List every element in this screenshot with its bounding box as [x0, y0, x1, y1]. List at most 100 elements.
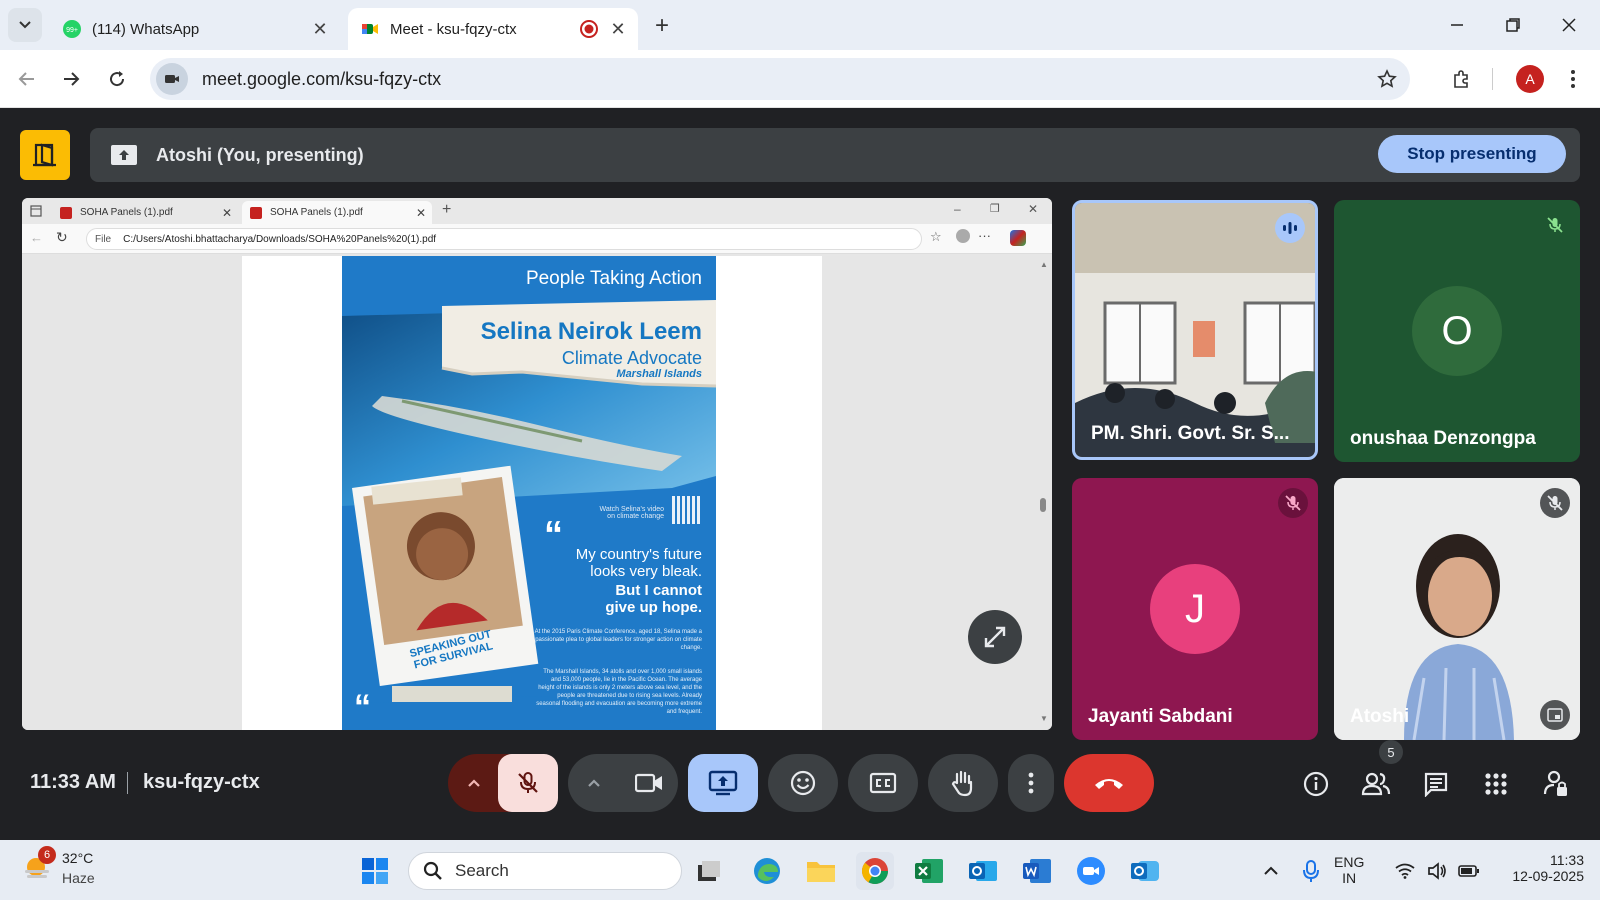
raise-hand-button[interactable] — [928, 754, 998, 812]
new-tab-button[interactable]: + — [648, 12, 676, 40]
minimize-button[interactable] — [1434, 8, 1480, 42]
pdf-url-field[interactable]: File C:/Users/Atoshi.bhattacharya/Downlo… — [86, 228, 922, 250]
more-options-button[interactable] — [1008, 754, 1054, 812]
profile-avatar[interactable]: A — [1516, 65, 1544, 93]
new-tab-icon[interactable]: + — [442, 201, 451, 219]
participant-avatar: O — [1412, 286, 1502, 376]
site-info-button[interactable] — [156, 63, 188, 95]
arrow-left-icon[interactable]: ← — [30, 230, 43, 245]
close-tab-button[interactable]: ✕ — [308, 17, 332, 41]
fullscreen-button[interactable] — [968, 610, 1022, 664]
profile-icon[interactable] — [956, 229, 970, 243]
back-button[interactable] — [10, 62, 44, 96]
reload-icon[interactable]: ↻ — [56, 229, 68, 246]
microphone-icon — [1303, 860, 1319, 882]
battery-button[interactable] — [1450, 852, 1488, 890]
task-view-button[interactable] — [690, 852, 728, 890]
file-label: File — [95, 233, 112, 245]
reload-button[interactable] — [100, 62, 134, 96]
meeting-details-button[interactable] — [1296, 764, 1336, 804]
battery-icon — [1458, 865, 1479, 877]
hang-up-icon — [1095, 779, 1123, 789]
reactions-button[interactable] — [768, 754, 838, 812]
mic-options-button[interactable] — [448, 754, 500, 812]
taskbar-search[interactable]: Search — [408, 852, 682, 890]
address-bar[interactable]: meet.google.com/ksu-fqzy-ctx — [150, 58, 1410, 100]
mic-toggle-button[interactable] — [498, 754, 558, 812]
zoom-app[interactable] — [1072, 852, 1110, 890]
close-icon[interactable]: ✕ — [222, 206, 232, 220]
participant-tile[interactable]: PM. Shri. Govt. Sr. S... — [1072, 200, 1318, 460]
mic-off-icon — [518, 772, 538, 793]
close-tab-button[interactable]: ✕ — [606, 17, 630, 41]
language-indicator[interactable]: ENG IN — [1334, 854, 1364, 886]
classroom-video — [1075, 203, 1315, 457]
quote-icon: “ — [354, 688, 371, 726]
participant-tile[interactable]: J Jayanti Sabdani — [1072, 478, 1318, 740]
quote-text: My country's future — [575, 546, 702, 563]
shared-screen: SOHA Panels (1).pdf ✕ SOHA Panels (1).pd… — [22, 198, 1052, 730]
copilot-icon[interactable] — [1010, 230, 1026, 246]
outlook-new-app[interactable] — [1126, 852, 1164, 890]
system-clock[interactable]: 11:33 12-09-2025 — [1494, 852, 1584, 884]
star-icon[interactable]: ☆ — [930, 229, 942, 245]
url-text[interactable]: meet.google.com/ksu-fqzy-ctx — [202, 69, 1370, 90]
task-view-icon — [698, 861, 720, 881]
extensions-button[interactable] — [1444, 62, 1478, 96]
start-button[interactable] — [356, 852, 394, 890]
participant-tile[interactable]: O onushaa Denzongpa — [1334, 200, 1580, 462]
tab-meet[interactable]: Meet - ksu-fqzy-ctx ✕ — [348, 8, 638, 50]
poster-paragraph-2: The Marshall Islands, 34 atolls and over… — [536, 669, 702, 715]
camera-toggle-button[interactable] — [620, 754, 678, 812]
forward-button[interactable] — [54, 62, 88, 96]
participant-tile-self[interactable]: Atoshi — [1334, 478, 1580, 740]
edge-app[interactable] — [748, 852, 786, 890]
tab-search-button[interactable] — [8, 8, 42, 42]
camera-options-button[interactable] — [568, 754, 620, 812]
file-explorer-app[interactable] — [802, 852, 840, 890]
search-placeholder: Search — [455, 861, 509, 880]
present-screen-icon — [708, 770, 738, 796]
restore-button[interactable] — [1490, 8, 1536, 42]
chat-button[interactable] — [1416, 764, 1456, 804]
word-app[interactable] — [1018, 852, 1056, 890]
word-icon — [1023, 859, 1051, 883]
people-button[interactable] — [1356, 764, 1396, 804]
arrow-right-icon — [64, 72, 80, 86]
meeting-code: ksu-fqzy-ctx — [143, 771, 260, 793]
present-button[interactable] — [688, 754, 758, 812]
excel-app[interactable] — [910, 852, 948, 890]
muted-indicator — [1278, 488, 1308, 518]
captions-button[interactable] — [848, 754, 918, 812]
temperature: 32°C — [62, 850, 94, 866]
browser-menu-button[interactable] — [1556, 62, 1590, 96]
meet-controls: 11:33 AM ksu-fqzy-ctx 5 — [0, 732, 1600, 840]
restore-icon — [1506, 18, 1520, 32]
pdf-scrollbar[interactable]: ▲ ▼ — [1038, 260, 1048, 726]
activities-button[interactable] — [1476, 764, 1516, 804]
weather-widget[interactable]: 6 32°C Haze — [22, 846, 122, 892]
lang-primary: ENG — [1334, 854, 1365, 870]
show-hidden-icons-button[interactable] — [1252, 852, 1290, 890]
folder-icon — [807, 862, 835, 882]
restore-icon[interactable]: ❐ — [990, 202, 1000, 215]
leave-call-button[interactable] — [1064, 754, 1154, 812]
minimize-icon[interactable]: – — [954, 202, 961, 216]
close-icon[interactable]: ✕ — [1028, 202, 1038, 216]
bookmark-button[interactable] — [1370, 62, 1404, 96]
reload-icon — [110, 71, 125, 87]
more-horizontal-icon[interactable]: ··· — [978, 228, 991, 243]
pdf-tab-active[interactable]: SOHA Panels (1).pdf ✕ — [242, 201, 432, 224]
host-controls-button[interactable] — [1536, 764, 1576, 804]
chrome-app[interactable] — [856, 852, 894, 890]
microphone-tray-button[interactable] — [1292, 852, 1330, 890]
pip-button[interactable] — [1540, 700, 1570, 730]
close-window-button[interactable] — [1546, 8, 1592, 42]
tab-whatsapp[interactable]: 99+ (114) WhatsApp ✕ — [50, 8, 340, 50]
stop-presenting-button[interactable]: Stop presenting — [1378, 135, 1566, 173]
pdf-tab[interactable]: SOHA Panels (1).pdf ✕ — [52, 201, 238, 224]
quote-text: But I cannot — [615, 582, 702, 599]
outlook-app[interactable] — [964, 852, 1002, 890]
star-icon — [1377, 69, 1397, 88]
close-icon[interactable]: ✕ — [416, 206, 426, 220]
